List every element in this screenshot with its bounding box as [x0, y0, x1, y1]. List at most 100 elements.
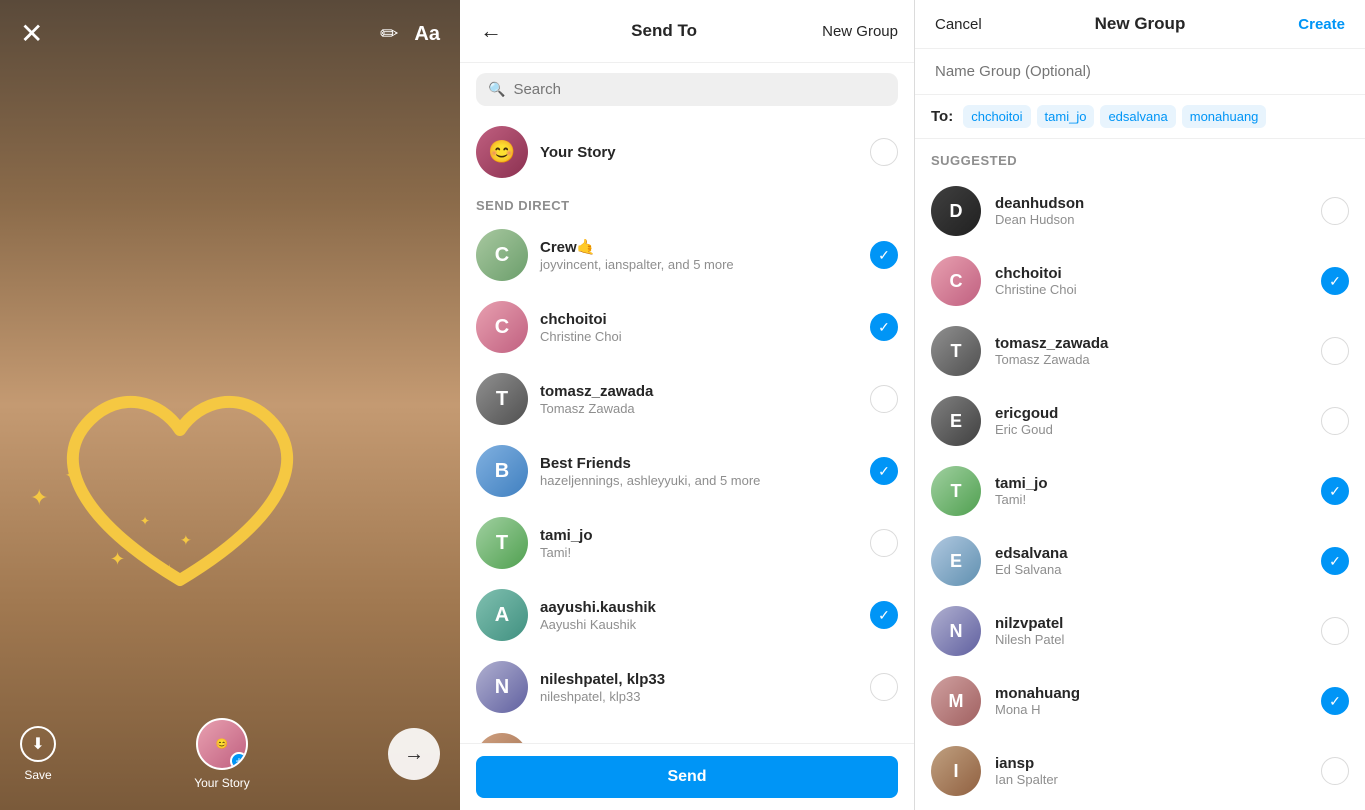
suggested-name: Ed Salvana	[995, 562, 1307, 577]
suggested-info: nilzvpatel Nilesh Patel	[995, 615, 1307, 647]
suggested-check[interactable]	[1321, 337, 1349, 365]
your-story-label: Your Story	[194, 776, 250, 790]
list-item[interactable]: T tomasz_zawada Tomasz Zawada	[460, 363, 914, 435]
suggested-username: iansp	[995, 755, 1307, 772]
item-check[interactable]: ✓	[870, 457, 898, 485]
suggested-item[interactable]: N nilzvpatel Nilesh Patel	[915, 596, 1365, 666]
item-check[interactable]: ✓	[870, 241, 898, 269]
search-icon: 🔍	[488, 81, 505, 98]
suggested-check[interactable]: ✓	[1321, 477, 1349, 505]
list-item[interactable]: N nileshpatel, klp33 nileshpatel, klp33	[460, 651, 914, 723]
suggested-avatar: M	[931, 676, 981, 726]
camera-panel: ✦ ✦ ✦ ✦ ✦ ✦ ✦ ✕ ✏ Aa ⬇ Save 😊 + Your Sto…	[0, 0, 460, 810]
suggested-check[interactable]	[1321, 757, 1349, 785]
suggested-avatar: D	[931, 186, 981, 236]
suggested-item[interactable]: M monahuang Mona H ✓	[915, 666, 1365, 736]
suggested-item[interactable]: T tami_jo Tami! ✓	[915, 456, 1365, 526]
suggested-item[interactable]: C chchoitoi Christine Choi ✓	[915, 246, 1365, 316]
item-name: Crew🤙	[540, 238, 858, 256]
to-tag-edsalvana[interactable]: edsalvana	[1100, 105, 1175, 128]
item-info: tomasz_zawada Tomasz Zawada	[540, 383, 858, 416]
newgroup-panel: Cancel New Group Create To: chchoitoi ta…	[915, 0, 1365, 810]
to-tag-tami_jo[interactable]: tami_jo	[1037, 105, 1095, 128]
search-input[interactable]	[513, 81, 886, 98]
item-name: Best Friends	[540, 455, 858, 472]
suggested-name: Eric Goud	[995, 422, 1307, 437]
save-button[interactable]: ⬇ Save	[20, 726, 56, 782]
suggested-check[interactable]: ✓	[1321, 687, 1349, 715]
name-group-input[interactable]	[915, 49, 1365, 95]
text-tool-button[interactable]: Aa	[414, 23, 440, 46]
suggested-username: tomasz_zawada	[995, 335, 1307, 352]
your-story-button[interactable]: 😊 + Your Story	[194, 718, 250, 790]
item-sub: Tomasz Zawada	[540, 401, 858, 416]
item-info: nileshpatel, klp33 nileshpatel, klp33	[540, 671, 858, 704]
suggested-avatar: C	[931, 256, 981, 306]
to-tag-monahuang[interactable]: monahuang	[1182, 105, 1267, 128]
suggested-check[interactable]	[1321, 197, 1349, 225]
item-name: aayushi.kaushik	[540, 599, 858, 616]
item-info: aayushi.kaushik Aayushi Kaushik	[540, 599, 858, 632]
list-item[interactable]: T tami_jo Tami!	[460, 507, 914, 579]
create-button[interactable]: Create	[1298, 16, 1345, 33]
item-sub: Tami!	[540, 545, 858, 560]
item-avatar: N	[476, 661, 528, 713]
suggested-item[interactable]: E edsalvana Ed Salvana ✓	[915, 526, 1365, 596]
suggested-item[interactable]: E ericgoud Eric Goud	[915, 386, 1365, 456]
suggested-name: Christine Choi	[995, 282, 1307, 297]
sendto-header: ← Send To New Group	[460, 0, 914, 63]
list-item[interactable]: C chchoitoi Christine Choi ✓	[460, 291, 914, 363]
list-item[interactable]: A aayushi.kaushik Aayushi Kaushik ✓	[460, 579, 914, 651]
item-avatar: A	[476, 589, 528, 641]
send-button[interactable]: Send	[476, 756, 898, 798]
your-story-item-name: Your Story	[540, 144, 858, 161]
item-check[interactable]	[870, 529, 898, 557]
item-sub: hazeljennings, ashleyyuki, and 5 more	[540, 473, 858, 488]
list-item[interactable]: C Crew🤙 joyvincent, ianspalter, and 5 mo…	[460, 219, 914, 291]
your-story-item[interactable]: 😊 Your Story	[460, 116, 914, 188]
item-check[interactable]	[870, 673, 898, 701]
suggested-check[interactable]	[1321, 407, 1349, 435]
save-icon: ⬇	[20, 726, 56, 762]
send-arrow-button[interactable]: →	[388, 728, 440, 780]
cancel-button[interactable]: Cancel	[935, 16, 982, 33]
camera-bottom-bar: ⬇ Save 😊 + Your Story →	[0, 698, 460, 810]
suggested-item[interactable]: I iansp Ian Spalter	[915, 736, 1365, 806]
your-story-avatar: 😊 +	[196, 718, 248, 770]
to-bar: To: chchoitoi tami_jo edsalvana monahuan…	[915, 95, 1365, 139]
suggested-check[interactable]: ✓	[1321, 267, 1349, 295]
your-story-check[interactable]	[870, 138, 898, 166]
suggested-avatar: I	[931, 746, 981, 796]
pencil-icon[interactable]: ✏	[380, 21, 398, 47]
close-button[interactable]: ✕	[20, 20, 43, 48]
item-check[interactable]: ✓	[870, 313, 898, 341]
item-avatar: C	[476, 301, 528, 353]
suggested-avatar: N	[931, 606, 981, 656]
suggested-check[interactable]	[1321, 617, 1349, 645]
suggested-avatar: E	[931, 396, 981, 446]
suggested-info: deanhudson Dean Hudson	[995, 195, 1307, 227]
suggested-name: Tami!	[995, 492, 1307, 507]
item-check[interactable]: ✓	[870, 601, 898, 629]
sendto-new-group-button[interactable]: New Group	[822, 23, 898, 40]
item-check[interactable]	[870, 385, 898, 413]
suggested-item[interactable]: D deanhudson Dean Hudson	[915, 176, 1365, 246]
newgroup-header: Cancel New Group Create	[915, 0, 1365, 49]
sendto-list: C Crew🤙 joyvincent, ianspalter, and 5 mo…	[460, 219, 914, 743]
item-sub: joyvincent, ianspalter, and 5 more	[540, 257, 858, 272]
suggested-info: iansp Ian Spalter	[995, 755, 1307, 787]
send-button-bar: Send	[460, 743, 914, 810]
list-item[interactable]: B Best Friends hazeljennings, ashleyyuki…	[460, 435, 914, 507]
back-button[interactable]: ←	[476, 14, 506, 48]
to-tag-chchoitoi[interactable]: chchoitoi	[963, 105, 1030, 128]
sendto-panel: ← Send To New Group 🔍 😊 Your Story SEND …	[460, 0, 915, 810]
item-avatar: T	[476, 517, 528, 569]
suggested-check[interactable]: ✓	[1321, 547, 1349, 575]
suggested-item[interactable]: T tomasz_zawada Tomasz Zawada	[915, 316, 1365, 386]
suggested-info: chchoitoi Christine Choi	[995, 265, 1307, 297]
item-avatar: B	[476, 445, 528, 497]
suggested-info: edsalvana Ed Salvana	[995, 545, 1307, 577]
list-item[interactable]: M mona Mona H	[460, 723, 914, 743]
item-sub: nileshpatel, klp33	[540, 689, 858, 704]
suggested-username: edsalvana	[995, 545, 1307, 562]
